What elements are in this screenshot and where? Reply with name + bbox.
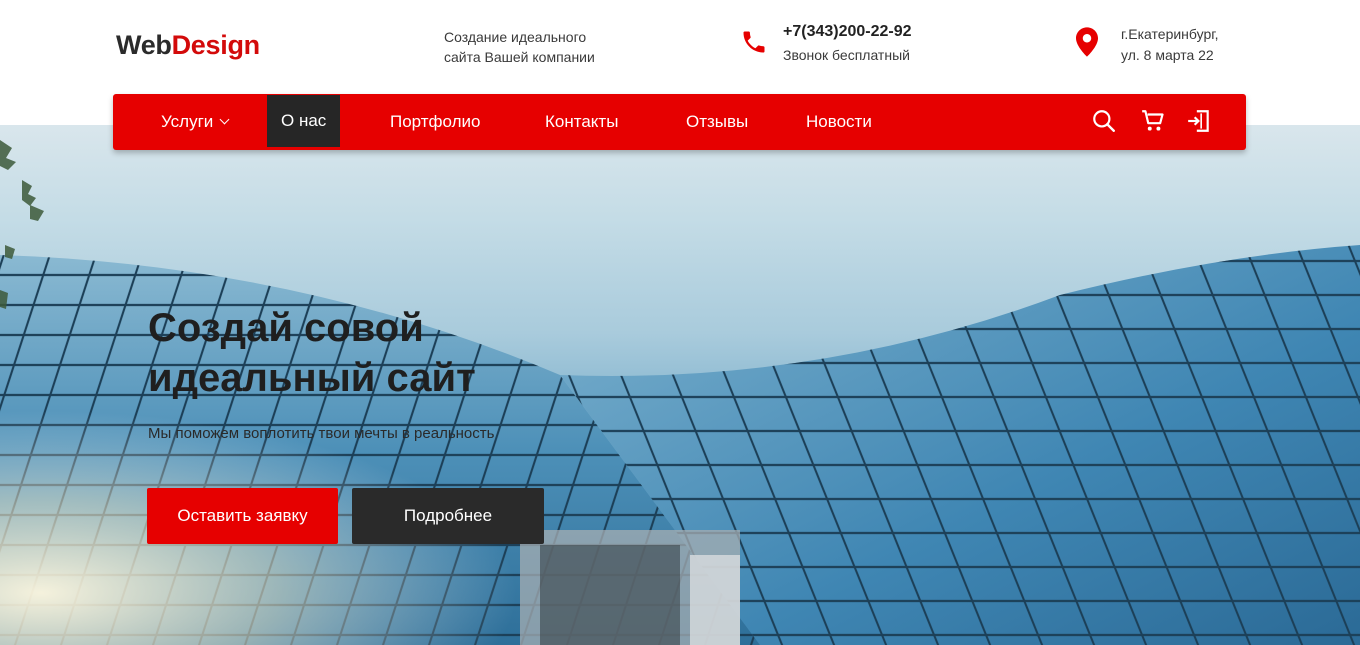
nav-item-label: Портфолио <box>390 112 481 131</box>
tagline-line-1: Создание идеального <box>444 29 587 45</box>
nav-item-label: Контакты <box>545 112 619 131</box>
nav-item-label: Новости <box>806 112 872 131</box>
chevron-down-icon <box>219 114 230 125</box>
nav-item-label: Услуги <box>161 112 214 131</box>
search-icon[interactable] <box>1091 108 1117 134</box>
login-icon[interactable] <box>1186 108 1212 134</box>
phone-icon <box>743 31 765 53</box>
logo-part-design: Design <box>171 30 261 60</box>
phone-note: Звонок бесплатный <box>783 47 910 63</box>
nav-item-portfolio[interactable]: Портфолио <box>390 94 480 150</box>
leave-request-button[interactable]: Оставить заявку <box>147 488 338 544</box>
hero-subtitle: Мы поможем воплотить твои мечты в реальн… <box>148 425 495 442</box>
nav-item-label: О нас <box>281 111 327 130</box>
nav-item-about[interactable]: О нас <box>267 95 341 147</box>
location-pin-icon <box>1076 27 1098 57</box>
phone-number[interactable]: +7(343)200-22-92 <box>783 23 912 41</box>
logo[interactable]: WebDesign <box>116 30 260 61</box>
nav-item-contacts[interactable]: Контакты <box>545 94 618 150</box>
logo-part-web: Web <box>116 30 172 60</box>
hero-title-line-2: идеальный сайт <box>148 356 476 400</box>
nav-item-services[interactable]: Услуги <box>161 94 230 150</box>
cart-icon[interactable] <box>1140 108 1166 134</box>
tagline-line-2: сайта Вашей компании <box>444 49 595 65</box>
main-nav: Услуги О нас Портфолио Контакты Отзывы Н… <box>113 94 1246 150</box>
nav-item-news[interactable]: Новости <box>806 94 872 150</box>
hero-title: Создай совой идеальный сайт <box>148 303 608 403</box>
more-info-button[interactable]: Подробнее <box>352 488 544 544</box>
hero-title-line-1: Создай совой <box>148 306 424 350</box>
tagline: Создание идеального сайта Вашей компании <box>444 27 595 67</box>
address: г.Екатеринбург, ул. 8 марта 22 <box>1121 24 1219 66</box>
address-line-1: г.Екатеринбург, <box>1121 26 1219 42</box>
nav-item-reviews[interactable]: Отзывы <box>686 94 748 150</box>
address-line-2: ул. 8 марта 22 <box>1121 47 1214 63</box>
nav-item-label: Отзывы <box>686 112 749 131</box>
